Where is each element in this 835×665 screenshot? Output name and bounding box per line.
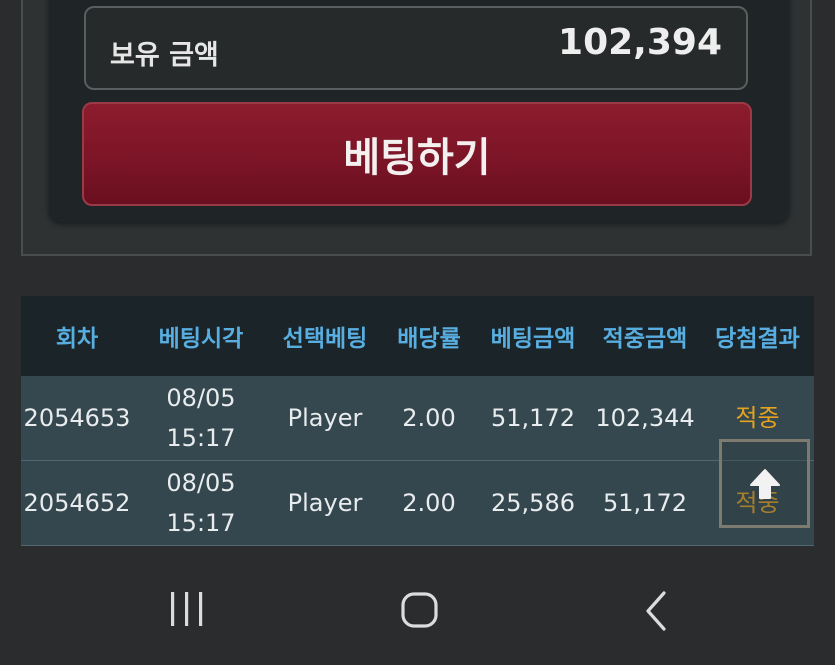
screen: 보유 금액 102,394 베팅하기 회차 베팅시각 선택베팅 배당률 베팅금액… xyxy=(0,0,835,665)
back-icon xyxy=(646,591,666,631)
column-header-round: 회차 xyxy=(55,326,99,352)
cell-odds: 2.00 xyxy=(402,404,456,432)
balance-label: 보유 금액 xyxy=(110,39,219,71)
column-header-bet-time: 베팅시각 xyxy=(158,326,244,352)
cell-pick: Player xyxy=(287,404,363,432)
android-nav-bar xyxy=(0,556,835,665)
cell-bet-amount: 25,586 xyxy=(491,489,575,517)
home-icon xyxy=(401,592,438,628)
bet-history-table: 회차 베팅시각 선택베팅 배당률 베팅금액 적중금액 당첨결과 2054653 … xyxy=(21,296,814,554)
scroll-to-top-button[interactable] xyxy=(719,439,810,528)
column-header-result: 당첨결과 xyxy=(715,326,800,352)
cell-odds: 2.00 xyxy=(402,489,456,517)
balance-value: 102,394 xyxy=(558,21,722,63)
home-button[interactable] xyxy=(400,588,440,636)
cell-pick: Player xyxy=(287,489,363,517)
cell-win-amount: 51,172 xyxy=(603,489,687,517)
table-header: 회차 베팅시각 선택베팅 배당률 베팅금액 적중금액 당첨결과 xyxy=(21,296,814,376)
balance-box: 보유 금액 102,394 xyxy=(84,6,748,90)
recent-apps-icon xyxy=(171,592,203,626)
table-row: 2054652 08/05 15:17 Player 2.00 25,586 5… xyxy=(21,461,814,546)
cell-bet-time: 08/05 15:17 xyxy=(133,378,269,458)
arrow-up-icon xyxy=(749,468,780,499)
cell-bet-clock: 15:17 xyxy=(166,509,236,537)
cell-result: 적중 xyxy=(735,404,780,432)
cell-bet-clock: 15:17 xyxy=(166,424,236,452)
recent-apps-button[interactable] xyxy=(168,588,206,636)
column-header-bet-amount: 베팅금액 xyxy=(490,326,576,352)
column-header-odds: 배당률 xyxy=(397,326,461,352)
column-header-win-amount: 적중금액 xyxy=(602,326,688,352)
back-button[interactable] xyxy=(640,588,672,636)
cell-bet-amount: 51,172 xyxy=(491,404,575,432)
cell-round: 2054653 xyxy=(23,404,131,432)
cell-round: 2054652 xyxy=(23,489,131,517)
column-header-pick: 선택베팅 xyxy=(282,326,368,352)
cell-bet-date: 08/05 xyxy=(166,384,236,412)
bet-button[interactable]: 베팅하기 xyxy=(82,102,752,206)
table-row: 2054653 08/05 15:17 Player 2.00 51,172 1… xyxy=(21,376,814,461)
cell-bet-time: 08/05 15:17 xyxy=(133,463,269,543)
cell-win-amount: 102,344 xyxy=(595,404,695,432)
cell-bet-date: 08/05 xyxy=(166,469,236,497)
